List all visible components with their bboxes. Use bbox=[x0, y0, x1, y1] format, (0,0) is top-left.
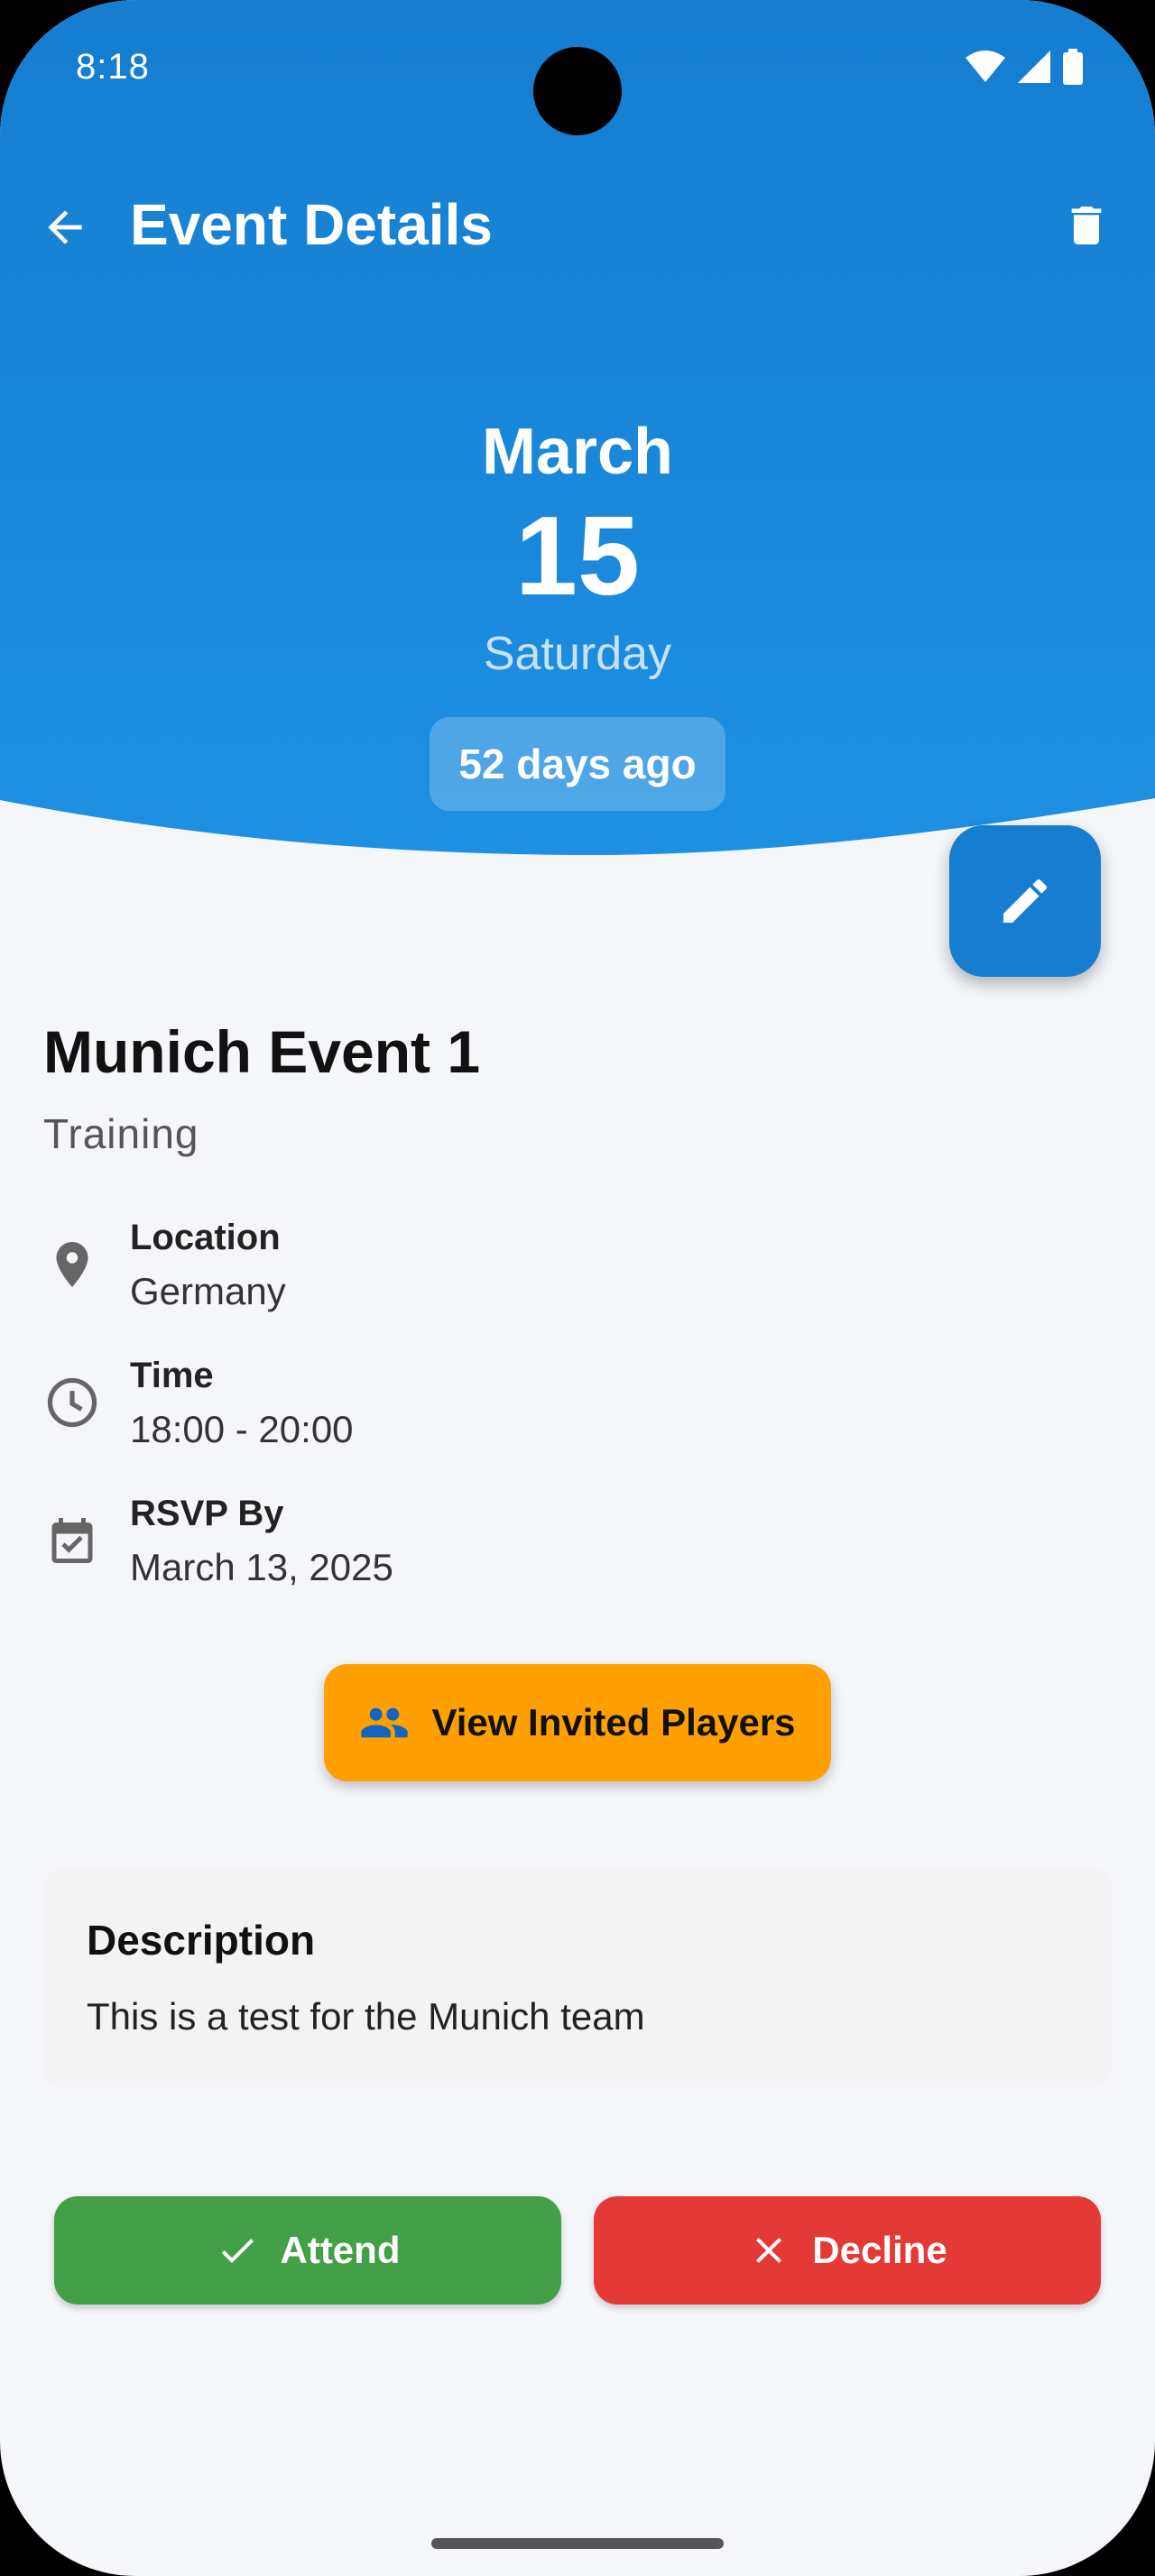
edit-button[interactable] bbox=[949, 825, 1101, 977]
check-icon bbox=[221, 2239, 254, 2263]
time-row: Time 18:00 - 20:00 bbox=[43, 1356, 1036, 1464]
back-button[interactable] bbox=[32, 195, 97, 260]
relative-date-badge: 52 days ago bbox=[430, 717, 725, 811]
view-invited-players-label: View Invited Players bbox=[431, 1701, 796, 1743]
camera-cutout bbox=[533, 47, 622, 135]
time-label: Time bbox=[130, 1356, 214, 1395]
close-icon bbox=[756, 2238, 782, 2263]
calendar-check-icon bbox=[43, 1512, 101, 1569]
people-icon bbox=[361, 1707, 409, 1738]
date-weekday: Saturday bbox=[483, 628, 672, 680]
wifi-icon bbox=[966, 51, 1005, 82]
status-time: 8:18 bbox=[76, 47, 150, 87]
battery-icon bbox=[1063, 49, 1083, 85]
status-bar: 8:18 bbox=[0, 0, 1155, 135]
time-value: 18:00 - 20:00 bbox=[130, 1408, 354, 1450]
home-indicator[interactable] bbox=[431, 2538, 724, 2549]
screen: 8:18 Event Details March 15 Saturday 52 … bbox=[0, 0, 1155, 2576]
pencil-icon bbox=[1003, 879, 1048, 923]
description-title: Description bbox=[87, 1917, 316, 1964]
rsvp-row: RSVP By March 13, 2025 bbox=[43, 1494, 1036, 1602]
location-row: Location Germany bbox=[43, 1218, 1036, 1326]
location-label: Location bbox=[130, 1218, 281, 1257]
app-bar: Event Details bbox=[0, 171, 1155, 280]
event-title: Munich Event 1 bbox=[43, 1018, 481, 1085]
rsvp-label: RSVP By bbox=[130, 1494, 284, 1533]
page-title: Event Details bbox=[130, 192, 493, 257]
trash-icon bbox=[1071, 207, 1102, 244]
decline-button[interactable]: Decline bbox=[594, 2196, 1101, 2305]
signal-icon bbox=[1018, 51, 1050, 83]
decline-label: Decline bbox=[812, 2229, 947, 2271]
event-type: Training bbox=[43, 1110, 199, 1157]
location-value: Germany bbox=[130, 1270, 286, 1312]
clock-icon bbox=[43, 1374, 101, 1431]
location-pin-icon bbox=[43, 1236, 101, 1293]
date-month: March bbox=[481, 416, 674, 488]
attend-button[interactable]: Attend bbox=[54, 2196, 561, 2305]
header-banner: 8:18 Event Details March 15 Saturday 52 … bbox=[0, 0, 1155, 866]
delete-button[interactable] bbox=[1054, 193, 1119, 258]
description-text: This is a test for the Munich team bbox=[87, 1995, 645, 2038]
attend-label: Attend bbox=[280, 2229, 401, 2271]
event-date: March 15 Saturday bbox=[0, 410, 1155, 688]
view-invited-players-button[interactable]: View Invited Players bbox=[324, 1664, 831, 1781]
description-card: Description This is a test for the Munic… bbox=[43, 1869, 1112, 2087]
status-icons bbox=[966, 49, 1083, 85]
arrow-back-icon bbox=[48, 210, 82, 244]
date-day: 15 bbox=[515, 494, 640, 619]
rsvp-value: March 13, 2025 bbox=[130, 1546, 393, 1588]
